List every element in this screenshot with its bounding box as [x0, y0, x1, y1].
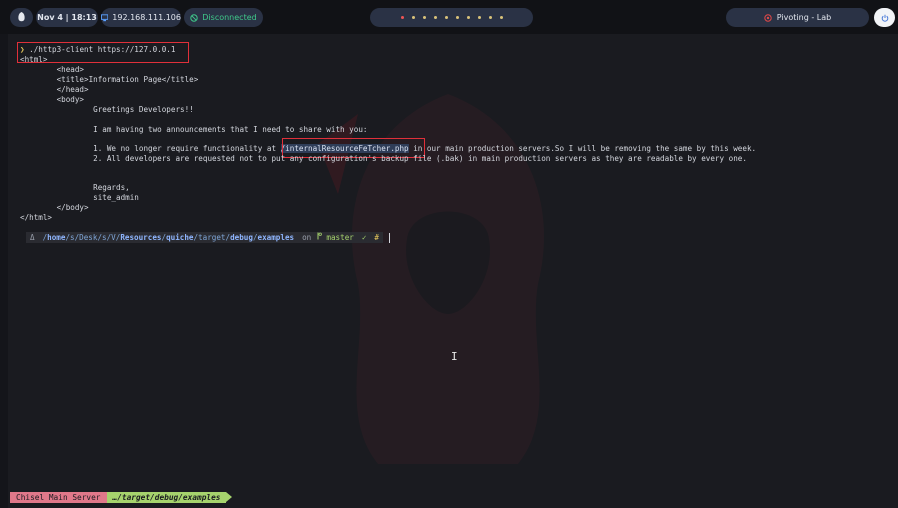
path-part: /s/Desk/s/V/ [65, 233, 121, 242]
workspace-dot[interactable] [477, 16, 481, 19]
workspace-dot[interactable] [444, 16, 448, 19]
mouse-ibeam-cursor: I [451, 350, 458, 363]
vpn-status-widget[interactable]: Disconnected [184, 8, 263, 27]
tmux-status-bar: Chisel Main Server …/target/debug/exampl… [10, 492, 233, 503]
ip-widget[interactable]: 192.168.111.106 [101, 8, 181, 27]
output-line-announcement-2: 2. All developers are requested not to p… [20, 154, 747, 163]
output-line: <title>Information Page</title> [20, 75, 199, 84]
power-icon [881, 14, 888, 22]
output-line: Regards, [20, 183, 130, 192]
output-line: <html> [20, 55, 48, 64]
target-icon [764, 13, 772, 22]
path-part: debug [230, 233, 253, 242]
output-line: </html> [20, 213, 53, 222]
shield-off-icon [190, 13, 198, 22]
workspace-dot[interactable] [433, 16, 437, 19]
output-line: </body> [20, 203, 89, 212]
prompt-status-ok: ✓ [357, 232, 371, 243]
current-path-tab[interactable]: …/target/debug/examples [106, 492, 227, 503]
path-part: home [47, 233, 66, 242]
workspace-dot[interactable] [488, 16, 492, 19]
prompt-path-segment: /home/s/Desk/s/V/Resources/quiche/target… [38, 232, 299, 243]
path-part: /target/ [193, 233, 231, 242]
shell-prompt: Δ /home/s/Desk/s/V/Resources/quiche/targ… [26, 232, 390, 243]
monitor-icon [101, 13, 109, 21]
git-on-label: on [302, 233, 312, 242]
tux-logo-icon [18, 12, 25, 22]
text-cursor [389, 232, 390, 243]
announcement-1-tail: in our main production servers.So I will… [408, 144, 757, 153]
announcement-1-start: 1. We no longer require functionality at [20, 144, 281, 153]
workspace-indicator[interactable] [370, 8, 533, 27]
path-part: examples [257, 233, 295, 242]
git-branch-icon [317, 232, 322, 240]
launcher-button[interactable] [10, 8, 33, 27]
vpn-status-label: Disconnected [202, 13, 257, 22]
output-line: Greetings Developers!! [20, 105, 194, 114]
workspace-dot[interactable] [466, 16, 470, 19]
lab-target-widget[interactable]: Pivoting - Lab [726, 8, 869, 27]
lab-title-label: Pivoting - Lab [776, 13, 832, 22]
prompt-git-segment: on master [298, 232, 358, 243]
terminal-window[interactable]: ❯ ./http3-client https://127.0.0.1 <html… [8, 34, 898, 508]
power-button[interactable] [874, 8, 895, 27]
output-line: </head> [20, 85, 89, 94]
output-line: <body> [20, 95, 85, 104]
output-line: I am having two announcements that I nee… [20, 125, 368, 134]
ip-address-label: 192.168.111.106 [112, 13, 181, 22]
top-bar: Nov 4 | 18:13 192.168.111.106 Disconnect… [0, 0, 898, 34]
workspace-dot-active[interactable] [400, 16, 404, 19]
output-line: site_admin [20, 193, 139, 202]
date-time-label: Nov 4 | 18:13 [37, 13, 97, 22]
path-part: Resources [120, 233, 162, 242]
workspace-dot[interactable] [455, 16, 459, 19]
status-separator [226, 492, 233, 502]
clock-widget[interactable]: Nov 4 | 18:13 [36, 8, 98, 27]
session-name-tab[interactable]: Chisel Main Server [10, 492, 107, 503]
workspace-dot[interactable] [422, 16, 426, 19]
path-part: quiche [166, 233, 194, 242]
workspace-dot[interactable] [499, 16, 503, 19]
prompt-hash: # [370, 232, 383, 243]
output-line: <head> [20, 65, 85, 74]
git-branch-label: master [326, 233, 354, 242]
workspace-dot[interactable] [411, 16, 415, 19]
prompt-user-segment: Δ [26, 232, 39, 243]
